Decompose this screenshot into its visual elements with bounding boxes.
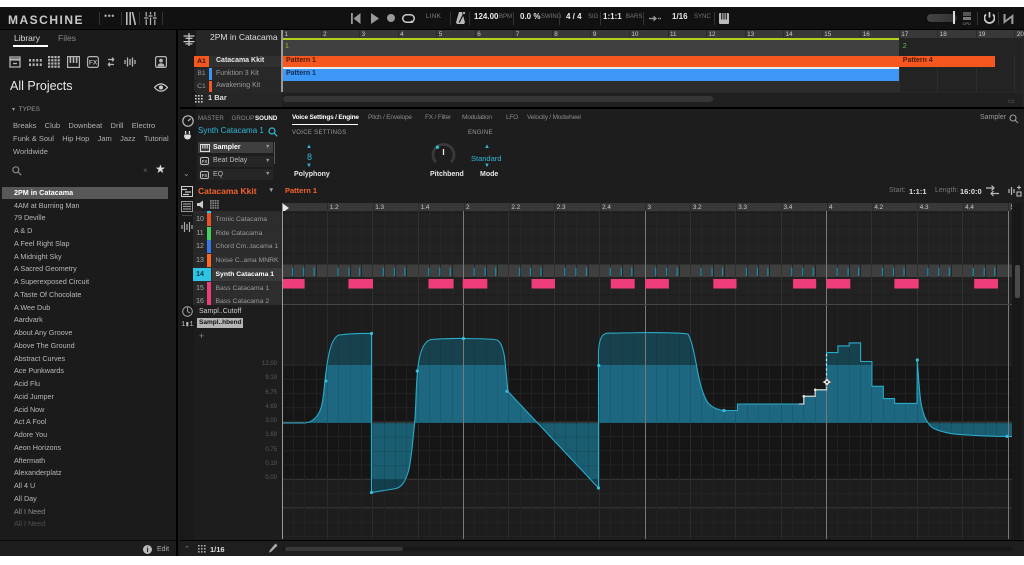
svg-text:FX: FX bbox=[89, 60, 98, 67]
svg-text:FX: FX bbox=[202, 159, 208, 164]
svg-text:FX: FX bbox=[202, 173, 208, 178]
